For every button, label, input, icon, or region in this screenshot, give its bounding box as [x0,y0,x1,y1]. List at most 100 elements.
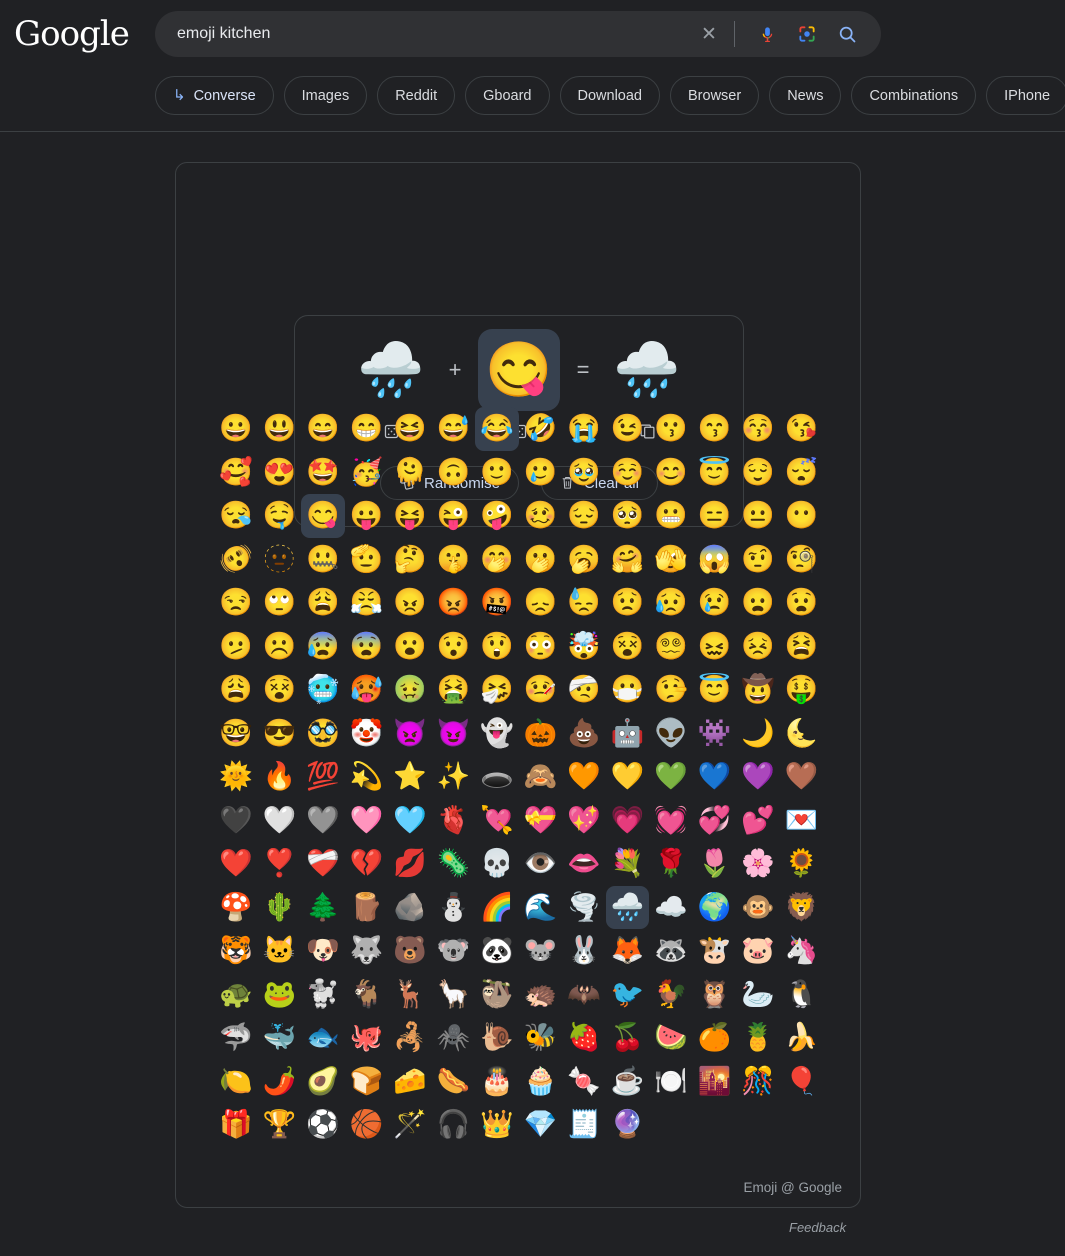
emoji-cell[interactable]: 🦁 [780,886,824,930]
emoji-cell[interactable]: 🙂 [475,451,519,495]
emoji-cell[interactable]: 💔 [345,842,389,886]
emoji-cell[interactable]: 😘 [780,407,824,451]
emoji-cell[interactable]: 🌻 [780,842,824,886]
emoji-cell[interactable]: 🌙 [736,712,780,756]
emoji-cell[interactable]: ⛄ [432,886,476,930]
emoji-cell[interactable]: 🤣 [519,407,563,451]
emoji-cell[interactable]: 😱 [693,538,737,582]
emoji-cell[interactable]: 🤪 [475,494,519,538]
emoji-cell[interactable]: 💐 [606,842,650,886]
emoji-cell[interactable]: 😞 [519,581,563,625]
emoji-cell[interactable]: 😰 [301,625,345,669]
emoji-cell[interactable]: 🎊 [736,1060,780,1104]
emoji-cell[interactable]: 🤠 [736,668,780,712]
emoji-cell[interactable]: 🦌 [388,973,432,1017]
emoji-cell[interactable]: 😐 [736,494,780,538]
emoji-cell[interactable]: 🤍 [258,799,302,843]
filter-chip-images[interactable]: Images [283,76,368,115]
emoji-cell[interactable]: 🫢 [519,538,563,582]
right-emoji-slot[interactable]: 😋 [478,329,560,411]
emoji-cell[interactable]: 🐳 [258,1016,302,1060]
search-magnifier-icon[interactable] [833,20,861,48]
emoji-cell[interactable]: 😧 [780,581,824,625]
filter-chip-download[interactable]: Download [559,76,660,115]
emoji-cell[interactable]: 🩵 [388,799,432,843]
emoji-cell[interactable]: 🦈 [214,1016,258,1060]
emoji-cell[interactable]: 🤤 [258,494,302,538]
emoji-cell[interactable]: 😒 [214,581,258,625]
emoji-cell[interactable]: 🖤 [214,799,258,843]
emoji-cell[interactable]: 😟 [606,581,650,625]
search-input[interactable] [177,25,696,43]
emoji-cell[interactable]: 🐺 [345,929,389,973]
google-logo[interactable]: Google [14,16,130,52]
emoji-cell[interactable]: 🦊 [606,929,650,973]
emoji-cell[interactable]: 🌹 [649,842,693,886]
emoji-cell[interactable]: 🐓 [649,973,693,1017]
emoji-cell[interactable]: 😳 [519,625,563,669]
emoji-cell[interactable]: 😎 [258,712,302,756]
emoji-cell[interactable]: 😴 [780,451,824,495]
emoji-cell[interactable]: 😓 [562,581,606,625]
emoji-cell[interactable]: 🎃 [519,712,563,756]
emoji-cell[interactable]: 🎈 [780,1060,824,1104]
emoji-cell[interactable]: 🐨 [432,929,476,973]
emoji-cell[interactable]: 👄 [562,842,606,886]
emoji-cell[interactable]: 😃 [258,407,302,451]
emoji-cell[interactable]: 🍌 [780,1016,824,1060]
emoji-cell[interactable]: 🤡 [345,712,389,756]
emoji-cell[interactable]: 😛 [345,494,389,538]
emoji-cell[interactable]: ☺️ [606,451,650,495]
emoji-cell[interactable]: 🫀 [432,799,476,843]
emoji-cell[interactable]: 🍽️ [649,1060,693,1104]
emoji-cell[interactable]: 🎧 [432,1103,476,1147]
emoji-cell[interactable]: 🍍 [736,1016,780,1060]
emoji-cell[interactable]: 🍉 [649,1016,693,1060]
emoji-cell[interactable]: 😲 [475,625,519,669]
emoji-cell[interactable]: 😅 [432,407,476,451]
emoji-cell[interactable]: 🪄 [388,1103,432,1147]
emoji-cell[interactable]: 🍊 [693,1016,737,1060]
emoji-cell[interactable]: 🦉 [693,973,737,1017]
emoji-cell[interactable]: 👽 [649,712,693,756]
emoji-cell[interactable]: 👻 [475,712,519,756]
emoji-cell[interactable]: 😋 [301,494,345,538]
emoji-cell[interactable]: 🧐 [780,538,824,582]
emoji-cell[interactable]: 💖 [562,799,606,843]
emoji-cell[interactable]: 😜 [432,494,476,538]
emoji-cell[interactable]: 🐶 [301,929,345,973]
emoji-cell[interactable]: 🩷 [345,799,389,843]
emoji-cell[interactable]: ❣️ [258,842,302,886]
emoji-cell[interactable]: 🐟 [301,1016,345,1060]
emoji-cell[interactable]: 😗 [649,407,693,451]
emoji-cell[interactable]: 🦠 [432,842,476,886]
emoji-cell[interactable]: 🐩 [301,973,345,1017]
emoji-cell[interactable]: 🤫 [432,538,476,582]
emoji-cell[interactable]: 🤗 [606,538,650,582]
emoji-cell[interactable]: 🌶️ [258,1060,302,1104]
emoji-cell[interactable]: 👁️ [519,842,563,886]
emoji-cell[interactable]: 🏀 [345,1103,389,1147]
emoji-cell[interactable]: 🥶 [301,668,345,712]
emoji-cell[interactable]: 💎 [519,1103,563,1147]
emoji-cell[interactable]: 🤔 [388,538,432,582]
search-bar[interactable]: ✕ [155,11,881,57]
emoji-cell[interactable]: 😖 [693,625,737,669]
left-emoji-slot[interactable]: 🌧️ [350,329,432,411]
emoji-cell[interactable]: 💓 [649,799,693,843]
emoji-cell[interactable]: 😍 [258,451,302,495]
emoji-cell[interactable]: 💩 [562,712,606,756]
emoji-cell[interactable]: 😉 [606,407,650,451]
emoji-cell[interactable]: 🐧 [780,973,824,1017]
emoji-cell[interactable]: 🪨 [388,886,432,930]
emoji-cell[interactable]: 🐭 [519,929,563,973]
emoji-cell[interactable]: 🐯 [214,929,258,973]
emoji-cell[interactable]: 🌲 [301,886,345,930]
emoji-cell[interactable]: 🥳 [345,451,389,495]
emoji-cell[interactable]: 🌍 [693,886,737,930]
emoji-cell[interactable]: 😪 [214,494,258,538]
emoji-cell[interactable]: 😢 [693,581,737,625]
emoji-cell[interactable]: 😀 [214,407,258,451]
emoji-cell[interactable]: 🪵 [345,886,389,930]
emoji-cell[interactable]: 🧡 [562,755,606,799]
